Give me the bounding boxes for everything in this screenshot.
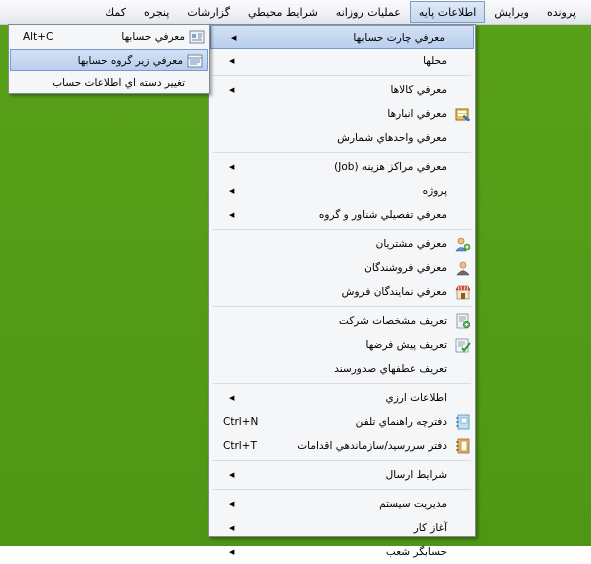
menu-item-units[interactable]: معرفي واحدهاي شمارش (209, 126, 475, 150)
submenu-item-account-subgroups[interactable]: معرفي زير گروه حسابها (10, 49, 208, 71)
submenu-arrow-icon: ◀ (229, 548, 235, 556)
menu-item-label: معرفي مراكز هزينه (Job) (334, 161, 447, 173)
menu-item-branch-calculator[interactable]: حسابگر شعب ◀ (209, 540, 475, 564)
menu-file[interactable]: پرونده (538, 1, 585, 23)
menu-item-label: حسابگر شعب (385, 546, 447, 558)
submenu-arrow-icon: ◀ (231, 34, 237, 42)
defaults-icon (455, 338, 471, 353)
menu-item-chart-of-accounts[interactable]: معرفي چارت حسابها ◀ (210, 25, 474, 49)
menu-item-shipping-terms[interactable]: شرايط ارسال ◀ (209, 463, 475, 487)
menu-item-company-info[interactable]: تعريف مشخصات شركت (209, 309, 475, 333)
menu-item-label: معرفي چارت حسابها (353, 32, 445, 44)
warehouse-icon (455, 108, 471, 122)
menu-item-label: دفترچه راهنماي تلفن (355, 416, 447, 428)
menu-item-label: آغاز كار (413, 522, 447, 534)
menu-item-label: دفتر سررسيد/سازماندهي اقدامات (297, 440, 447, 452)
menu-separator (213, 460, 471, 461)
phonebook-icon (456, 414, 470, 430)
submenu-arrow-icon: ◀ (229, 86, 235, 94)
menu-item-label: تعريف مشخصات شركت (338, 315, 447, 327)
menu-separator (213, 75, 471, 76)
menu-item-floating-detail[interactable]: معرفي تفصيلي شناور و گروه ◀ (209, 203, 475, 227)
menu-edit[interactable]: ويرايش (485, 1, 538, 23)
submenu-arrow-icon: ◀ (229, 57, 235, 65)
menu-item-label: معرفي زير گروه حسابها (77, 55, 183, 67)
menu-item-label: معرفي تفصيلي شناور و گروه (318, 209, 447, 221)
menu-item-label: معرفي انبارها (387, 108, 447, 120)
company-icon (456, 313, 471, 329)
menu-separator (213, 152, 471, 153)
menu-item-project[interactable]: پروژه ◀ (209, 179, 475, 203)
menu-item-sellers[interactable]: معرفي فروشندگان (209, 256, 475, 280)
menu-environment[interactable]: شرايط محيطي (239, 1, 327, 23)
menu-daily-operations[interactable]: عمليات روزانه (327, 1, 410, 23)
menu-item-system-management[interactable]: مديريت سيستم ◀ (209, 492, 475, 516)
menu-item-label: معرفي نمايندگان فروش (341, 286, 447, 298)
chart-of-accounts-submenu: معرفي حسابها Alt+C معرفي زير گروه حسابها… (8, 24, 210, 94)
menu-item-label: مديريت سيستم (379, 498, 447, 510)
menu-item-label: اطلاعات ارزي (385, 392, 447, 404)
menu-base-info[interactable]: اطلاعات پايه (409, 1, 486, 23)
menu-item-goods[interactable]: معرفي كالاها ◀ (209, 78, 475, 102)
menu-item-label: معرفي واحدهاي شمارش (337, 132, 447, 144)
menu-item-locations[interactable]: محلها ◀ (209, 49, 475, 73)
submenu-arrow-icon: ◀ (229, 187, 235, 195)
accounts-icon (189, 30, 205, 44)
menu-item-currency-info[interactable]: اطلاعات ارزي ◀ (209, 386, 475, 410)
customers-icon (455, 237, 471, 252)
menu-window[interactable]: پنجره (135, 1, 178, 23)
menu-item-label: معرفي مشتريان (375, 238, 447, 250)
menu-item-warehouses[interactable]: معرفي انبارها (209, 102, 475, 126)
menu-item-label: شرايط ارسال (385, 469, 447, 481)
submenu-arrow-icon: ◀ (229, 394, 235, 402)
menu-item-phonebook[interactable]: دفترچه راهنماي تلفن Ctrl+N (209, 410, 475, 434)
menu-item-customers[interactable]: معرفي مشتريان (209, 232, 475, 256)
submenu-arrow-icon: ◀ (229, 500, 235, 508)
menu-item-cost-centers[interactable]: معرفي مراكز هزينه (Job) ◀ (209, 155, 475, 179)
menu-reports[interactable]: گزارشات (178, 1, 239, 23)
menu-separator (213, 306, 471, 307)
submenu-arrow-icon: ◀ (229, 163, 235, 171)
submenu-arrow-icon: ◀ (229, 524, 235, 532)
base-info-dropdown: معرفي چارت حسابها ◀ محلها ◀ معرفي كالاها… (208, 24, 476, 558)
menu-item-label: معرفي حسابها (121, 31, 185, 43)
menu-item-defaults[interactable]: تعريف پيش فرضها (209, 333, 475, 357)
menu-item-shortcut: Ctrl+N (223, 416, 259, 428)
menu-help[interactable]: كمك (96, 1, 135, 23)
menu-item-label: تغيير دسته اي اطلاعات حساب (52, 77, 185, 89)
menu-item-label: معرفي فروشندگان (364, 262, 447, 274)
menu-separator (213, 383, 471, 384)
subgroup-icon (187, 54, 203, 68)
sellers-icon (456, 261, 470, 276)
menu-item-sales-reps[interactable]: معرفي نمايندگان فروش (209, 280, 475, 304)
menu-item-start-work[interactable]: آغاز كار ◀ (209, 516, 475, 540)
menu-separator (213, 489, 471, 490)
menu-item-label: معرفي كالاها (390, 84, 447, 96)
menu-item-organizer[interactable]: دفتر سررسيد/سازماندهي اقدامات Ctrl+T (209, 434, 475, 458)
menu-item-label: محلها (423, 55, 447, 67)
menu-bar: پرونده ويرايش اطلاعات پايه عمليات روزانه… (0, 0, 591, 25)
menu-item-shortcut: Ctrl+T (223, 440, 257, 452)
submenu-item-accounts[interactable]: معرفي حسابها Alt+C (9, 26, 209, 48)
menu-item-voucher-references[interactable]: تعريف عطفهاي صدورسند (209, 357, 475, 381)
menu-separator (213, 229, 471, 230)
menu-item-label: تعريف عطفهاي صدورسند (334, 363, 447, 375)
menu-item-shortcut: Alt+C (23, 31, 54, 43)
menu-item-label: تعريف پيش فرضها (365, 339, 448, 351)
submenu-arrow-icon: ◀ (229, 471, 235, 479)
menu-item-label: پروژه (422, 185, 447, 197)
organizer-icon (456, 438, 470, 454)
submenu-arrow-icon: ◀ (229, 211, 235, 219)
sales-reps-icon (455, 285, 471, 300)
submenu-item-batch-account-change[interactable]: تغيير دسته اي اطلاعات حساب (9, 72, 209, 94)
